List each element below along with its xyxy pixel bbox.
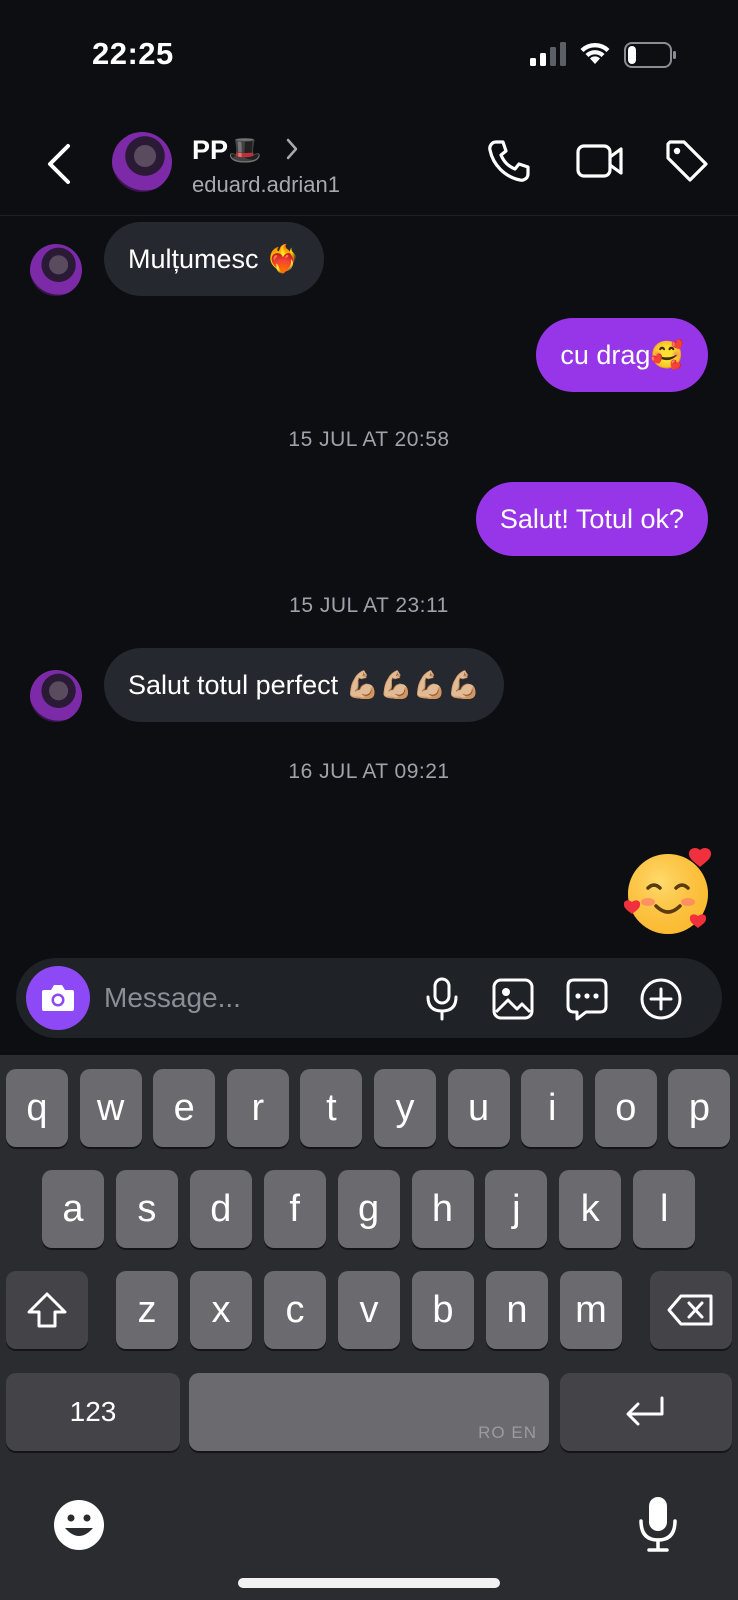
status-time: 22:25 bbox=[92, 36, 174, 71]
contact-avatar[interactable] bbox=[112, 132, 172, 192]
key-b[interactable]: b bbox=[412, 1271, 474, 1349]
status-bar: 22:25 bbox=[0, 0, 738, 110]
key-k[interactable]: k bbox=[559, 1170, 622, 1248]
outgoing-message-bubble[interactable]: cu drag🥰 bbox=[536, 318, 708, 392]
key-v[interactable]: v bbox=[338, 1271, 400, 1349]
sticker-icon[interactable] bbox=[564, 976, 610, 1022]
tag-icon[interactable] bbox=[664, 138, 710, 184]
key-e[interactable]: e bbox=[153, 1069, 216, 1147]
outgoing-message-bubble[interactable]: Salut! Totul ok? bbox=[475, 482, 708, 556]
add-icon[interactable] bbox=[638, 976, 684, 1022]
emoji-keyboard-icon[interactable] bbox=[52, 1498, 106, 1552]
key-q[interactable]: q bbox=[6, 1069, 68, 1147]
key-o[interactable]: o bbox=[594, 1069, 657, 1147]
key-z[interactable]: z bbox=[116, 1271, 178, 1349]
gallery-icon[interactable] bbox=[490, 976, 536, 1022]
key-a[interactable]: a bbox=[42, 1170, 104, 1248]
key-y[interactable]: y bbox=[374, 1069, 436, 1147]
sender-avatar[interactable] bbox=[30, 244, 82, 296]
battery-icon bbox=[624, 42, 676, 68]
language-label: RO EN bbox=[478, 1423, 537, 1442]
key-i[interactable]: i bbox=[521, 1069, 584, 1147]
camera-button[interactable] bbox=[26, 966, 90, 1030]
message-composer bbox=[16, 958, 722, 1038]
shift-icon bbox=[27, 1292, 67, 1328]
backspace-icon bbox=[667, 1294, 713, 1326]
back-button[interactable] bbox=[40, 140, 80, 188]
home-indicator[interactable] bbox=[238, 1578, 500, 1588]
contact-username[interactable]: eduard.adrian1 bbox=[192, 172, 340, 198]
delete-key[interactable] bbox=[650, 1271, 732, 1349]
smiling-face-with-hearts-icon[interactable] bbox=[620, 844, 716, 940]
incoming-message-bubble[interactable]: Salut totul perfect 💪🏼💪🏼💪🏼💪🏼 bbox=[104, 648, 505, 722]
incoming-message-bubble[interactable]: Mulțumesc ❤️‍🔥 bbox=[104, 222, 324, 296]
key-m[interactable]: m bbox=[560, 1271, 622, 1349]
camera-icon bbox=[42, 985, 74, 1011]
numbers-key[interactable]: 123 bbox=[6, 1373, 180, 1451]
message-timestamp: 15 JUL AT 20:58 bbox=[288, 428, 450, 451]
phone-call-icon[interactable] bbox=[486, 138, 532, 184]
key-u[interactable]: u bbox=[447, 1069, 510, 1147]
message-thread[interactable]: Mulțumesc ❤️‍🔥 cu drag🥰 15 JUL AT 20:58 … bbox=[0, 216, 738, 956]
return-key[interactable] bbox=[560, 1373, 732, 1451]
key-n[interactable]: n bbox=[486, 1271, 548, 1349]
key-j[interactable]: j bbox=[485, 1170, 548, 1248]
return-icon bbox=[626, 1396, 664, 1426]
key-g[interactable]: g bbox=[337, 1170, 400, 1248]
key-p[interactable]: p bbox=[668, 1069, 731, 1147]
key-d[interactable]: d bbox=[189, 1170, 252, 1248]
key-l[interactable]: l bbox=[633, 1170, 696, 1248]
key-r[interactable]: r bbox=[226, 1069, 289, 1147]
chevron-right-icon[interactable] bbox=[284, 136, 300, 162]
key-f[interactable]: f bbox=[263, 1170, 326, 1248]
key-w[interactable]: w bbox=[79, 1069, 142, 1147]
key-x[interactable]: x bbox=[190, 1271, 252, 1349]
sender-avatar[interactable] bbox=[30, 670, 82, 722]
key-c[interactable]: c bbox=[264, 1271, 326, 1349]
dictation-microphone-icon[interactable] bbox=[636, 1495, 680, 1553]
wifi-icon bbox=[580, 42, 610, 64]
key-t[interactable]: t bbox=[300, 1069, 363, 1147]
video-call-icon[interactable] bbox=[576, 140, 624, 182]
shift-key[interactable] bbox=[6, 1271, 88, 1349]
key-s[interactable]: s bbox=[115, 1170, 178, 1248]
keyboard: qwertyuiop asdfghjkl zxcvbnm 123 RO EN bbox=[0, 1055, 738, 1600]
message-timestamp: 16 JUL AT 09:21 bbox=[288, 760, 450, 783]
numbers-key-label: 123 bbox=[69, 1396, 117, 1427]
microphone-icon[interactable] bbox=[420, 976, 464, 1022]
chat-header: PP🎩 eduard.adrian1 bbox=[0, 120, 738, 216]
message-input[interactable] bbox=[104, 976, 404, 1020]
space-key[interactable]: RO EN bbox=[189, 1373, 549, 1451]
message-timestamp: 15 JUL AT 23:11 bbox=[289, 594, 449, 617]
key-h[interactable]: h bbox=[411, 1170, 474, 1248]
cellular-signal-icon bbox=[530, 42, 566, 66]
contact-name[interactable]: PP🎩 bbox=[192, 134, 262, 166]
